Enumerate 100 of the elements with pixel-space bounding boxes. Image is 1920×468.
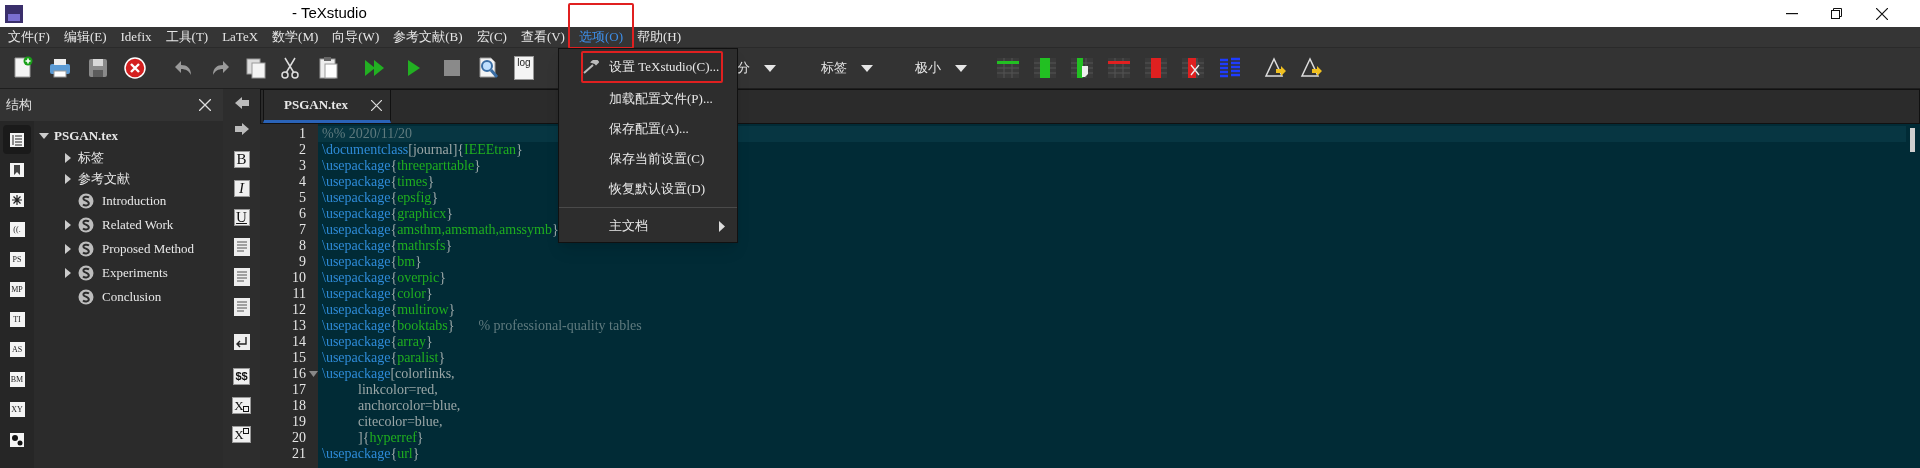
window-title: - TeXstudio: [292, 3, 367, 24]
scrollbar-thumb[interactable]: [1910, 128, 1915, 152]
asterisk-icon: [8, 190, 26, 209]
tree-item[interactable]: Introduction: [102, 191, 167, 211]
menu-item[interactable]: 文件(F): [8, 27, 50, 47]
minimize-icon[interactable]: [1786, 12, 1798, 15]
panel-tab[interactable]: BM: [3, 365, 31, 394]
table-column-icon[interactable]: [1033, 56, 1057, 80]
menu-item[interactable]: 保存配置(A)...: [559, 114, 737, 144]
line-number: 13: [291, 318, 306, 334]
superscript-button[interactable]: X: [232, 426, 251, 443]
wrench-icon: [583, 60, 599, 74]
menu-item[interactable]: 参考文献(B): [393, 27, 463, 47]
triangle-arrow-icon[interactable]: [1300, 56, 1324, 80]
collapsed-caret-icon[interactable]: [64, 173, 72, 184]
panel-tab[interactable]: ((.: [3, 215, 31, 244]
panel-tab[interactable]: AS: [3, 335, 31, 364]
line-number: 12: [291, 302, 306, 318]
menu-item[interactable]: 查看(V): [520, 27, 565, 47]
code-line: \usepackage{overpic}: [322, 270, 446, 286]
fold-icon[interactable]: [309, 371, 318, 377]
menu-item[interactable]: 数学(M): [272, 27, 319, 47]
table-column-icon[interactable]: [1181, 56, 1205, 80]
log-button[interactable]: log: [514, 56, 534, 80]
panel-tab[interactable]: TI: [3, 305, 31, 334]
paste-icon[interactable]: [316, 56, 340, 80]
tree-item[interactable]: Experiments: [102, 263, 168, 283]
format-button[interactable]: U: [233, 209, 250, 226]
list-icon: [8, 130, 26, 149]
subscript-button[interactable]: X: [232, 397, 251, 414]
new-file-icon[interactable]: [11, 56, 35, 80]
line-number: 20: [291, 430, 306, 446]
tree-item[interactable]: Related Work: [102, 215, 174, 235]
collapsed-caret-icon[interactable]: [64, 268, 72, 278]
menu-item[interactable]: 设置 TeXstudio(C)...: [581, 51, 723, 83]
align-icon[interactable]: [233, 298, 250, 316]
restore-icon[interactable]: [1831, 8, 1842, 19]
menu-item[interactable]: 保存当前设置(C): [559, 144, 737, 174]
back-arrow-icon[interactable]: [234, 97, 249, 109]
menu-item[interactable]: Idefix: [120, 27, 152, 47]
panel-tab[interactable]: MP: [3, 275, 31, 304]
code-line: \usepackage[colorlinks,: [322, 366, 455, 382]
menu-item[interactable]: 恢复默认设置(D): [559, 174, 737, 204]
format-button[interactable]: $$: [233, 368, 250, 385]
return-icon[interactable]: [233, 334, 250, 350]
align-icon[interactable]: [233, 268, 250, 286]
magnifier-icon[interactable]: [476, 56, 500, 80]
forward-arrow-icon[interactable]: [234, 123, 249, 135]
panel-tab[interactable]: [3, 125, 31, 154]
tree-item[interactable]: Proposed Method: [102, 239, 195, 259]
expanded-caret-icon[interactable]: [39, 132, 49, 140]
table-row-icon[interactable]: [996, 56, 1020, 80]
close-icon[interactable]: [1876, 7, 1888, 20]
code-line: ]{hyperref}: [358, 430, 424, 446]
format-button[interactable]: B: [233, 151, 250, 168]
table-row-icon[interactable]: [1107, 56, 1131, 80]
table-column-icon[interactable]: [1070, 56, 1094, 80]
dropdown[interactable]: 分: [737, 58, 776, 78]
printer-icon[interactable]: [48, 56, 72, 80]
dropdown[interactable]: 极小: [915, 58, 967, 78]
tree-item[interactable]: 标签: [78, 147, 104, 168]
tree-item[interactable]: PSGAN.tex: [54, 126, 118, 146]
collapsed-caret-icon[interactable]: [64, 152, 72, 163]
panel-tab[interactable]: XY: [3, 395, 31, 424]
dropdown[interactable]: 标签: [821, 58, 873, 78]
code-line: \usepackage{paralist}: [322, 350, 446, 366]
panel-tab[interactable]: PS: [3, 245, 31, 274]
save-icon[interactable]: [86, 56, 110, 80]
copy-icon[interactable]: [244, 56, 268, 80]
menu-item[interactable]: LaTeX: [222, 27, 259, 47]
editor-tab[interactable]: PSGAN.tex: [263, 89, 391, 123]
collapsed-caret-icon[interactable]: [64, 244, 72, 254]
scissors-icon[interactable]: [278, 56, 302, 80]
section-icon: [78, 265, 94, 281]
tree-item[interactable]: 参考文献: [78, 168, 130, 189]
collapsed-caret-icon[interactable]: [64, 220, 72, 230]
menu-item[interactable]: 宏(C): [476, 27, 507, 47]
menu-item[interactable]: 帮助(H): [637, 27, 682, 47]
code-line: \usepackage{mathrsfs}: [322, 238, 453, 254]
format-button[interactable]: I: [233, 180, 250, 197]
menu-item[interactable]: 加载配置文件(P)...: [559, 84, 737, 114]
line-number: 5: [298, 190, 306, 206]
triangle-arrow-icon[interactable]: [1264, 56, 1288, 80]
menu-item[interactable]: 选项(O): [578, 27, 623, 47]
menu-item[interactable]: 编辑(E): [63, 27, 107, 47]
code-line: \usepackage{amsthm,amsmath,amssymb}: [322, 222, 559, 238]
submenu-arrow-icon: [719, 220, 725, 232]
line-number: 11: [291, 286, 306, 302]
code-line: anchorcolor=blue,: [358, 398, 461, 414]
line-number: 4: [298, 174, 306, 190]
tree-item[interactable]: Conclusion: [102, 287, 162, 307]
line-number: 7: [298, 222, 306, 238]
align-icon[interactable]: [233, 238, 250, 256]
code-line: linkcolor=red,: [358, 382, 438, 398]
menu-item[interactable]: 工具(T): [165, 27, 209, 47]
line-number: 19: [291, 414, 306, 430]
menu-item[interactable]: 向导(W): [332, 27, 380, 47]
menu-item[interactable]: 主文档: [559, 211, 737, 241]
line-number: 18: [291, 398, 306, 414]
line-number: 15: [291, 350, 306, 366]
